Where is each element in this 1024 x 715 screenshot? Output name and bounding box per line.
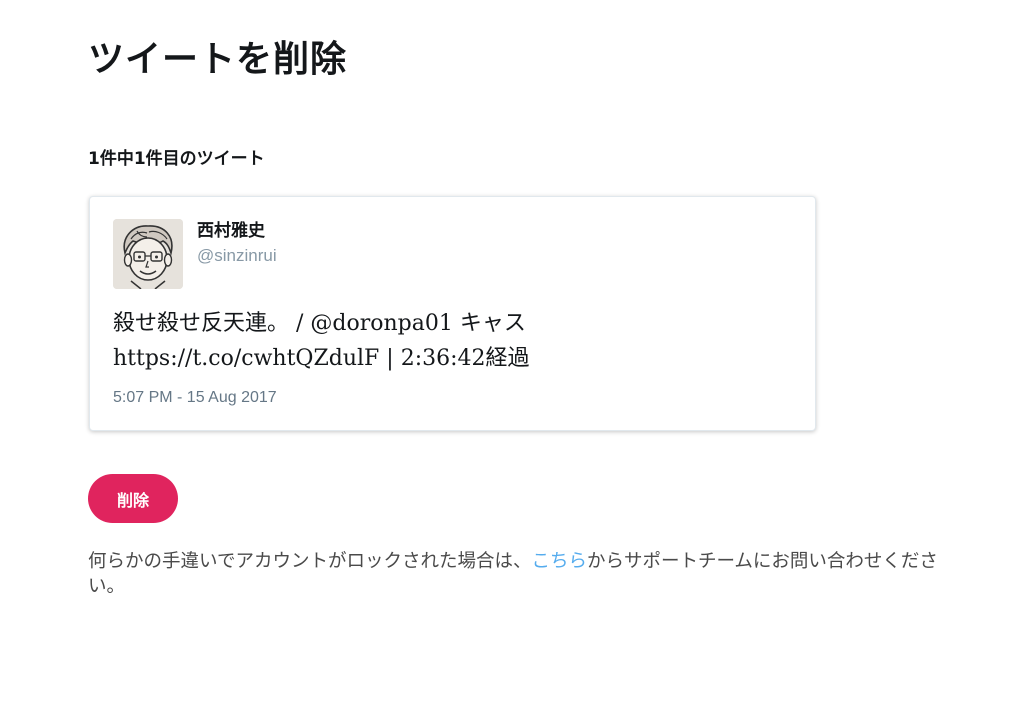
cartoon-face-avatar-icon (113, 219, 183, 289)
support-link[interactable]: こちら (531, 551, 587, 572)
tweet-timestamp: 5:07 PM - 15 Aug 2017 (113, 389, 277, 406)
avatar[interactable] (113, 219, 183, 289)
display-name[interactable]: 西村雅史 (197, 219, 265, 243)
screen-name[interactable]: @sinzinrui (197, 245, 277, 267)
delete-button[interactable]: 削除 (88, 474, 178, 523)
page-title: ツイートを削除 (88, 39, 348, 80)
tweet-count-label: 1件中1件目のツイート (88, 149, 265, 169)
support-text-before: 何らかの手違いでアカウントがロックされた場合は、 (88, 551, 532, 572)
tweet-card: 西村雅史 @sinzinrui 殺せ殺せ反天連。 / @doronpa01 キャ… (89, 196, 816, 431)
tweet-text: 殺せ殺せ反天連。 / @doronpa01 キャス https://t.co/c… (113, 311, 530, 371)
support-message: 何らかの手違いでアカウントがロックされた場合は、こちらからサポートチームにお問い… (88, 549, 958, 599)
